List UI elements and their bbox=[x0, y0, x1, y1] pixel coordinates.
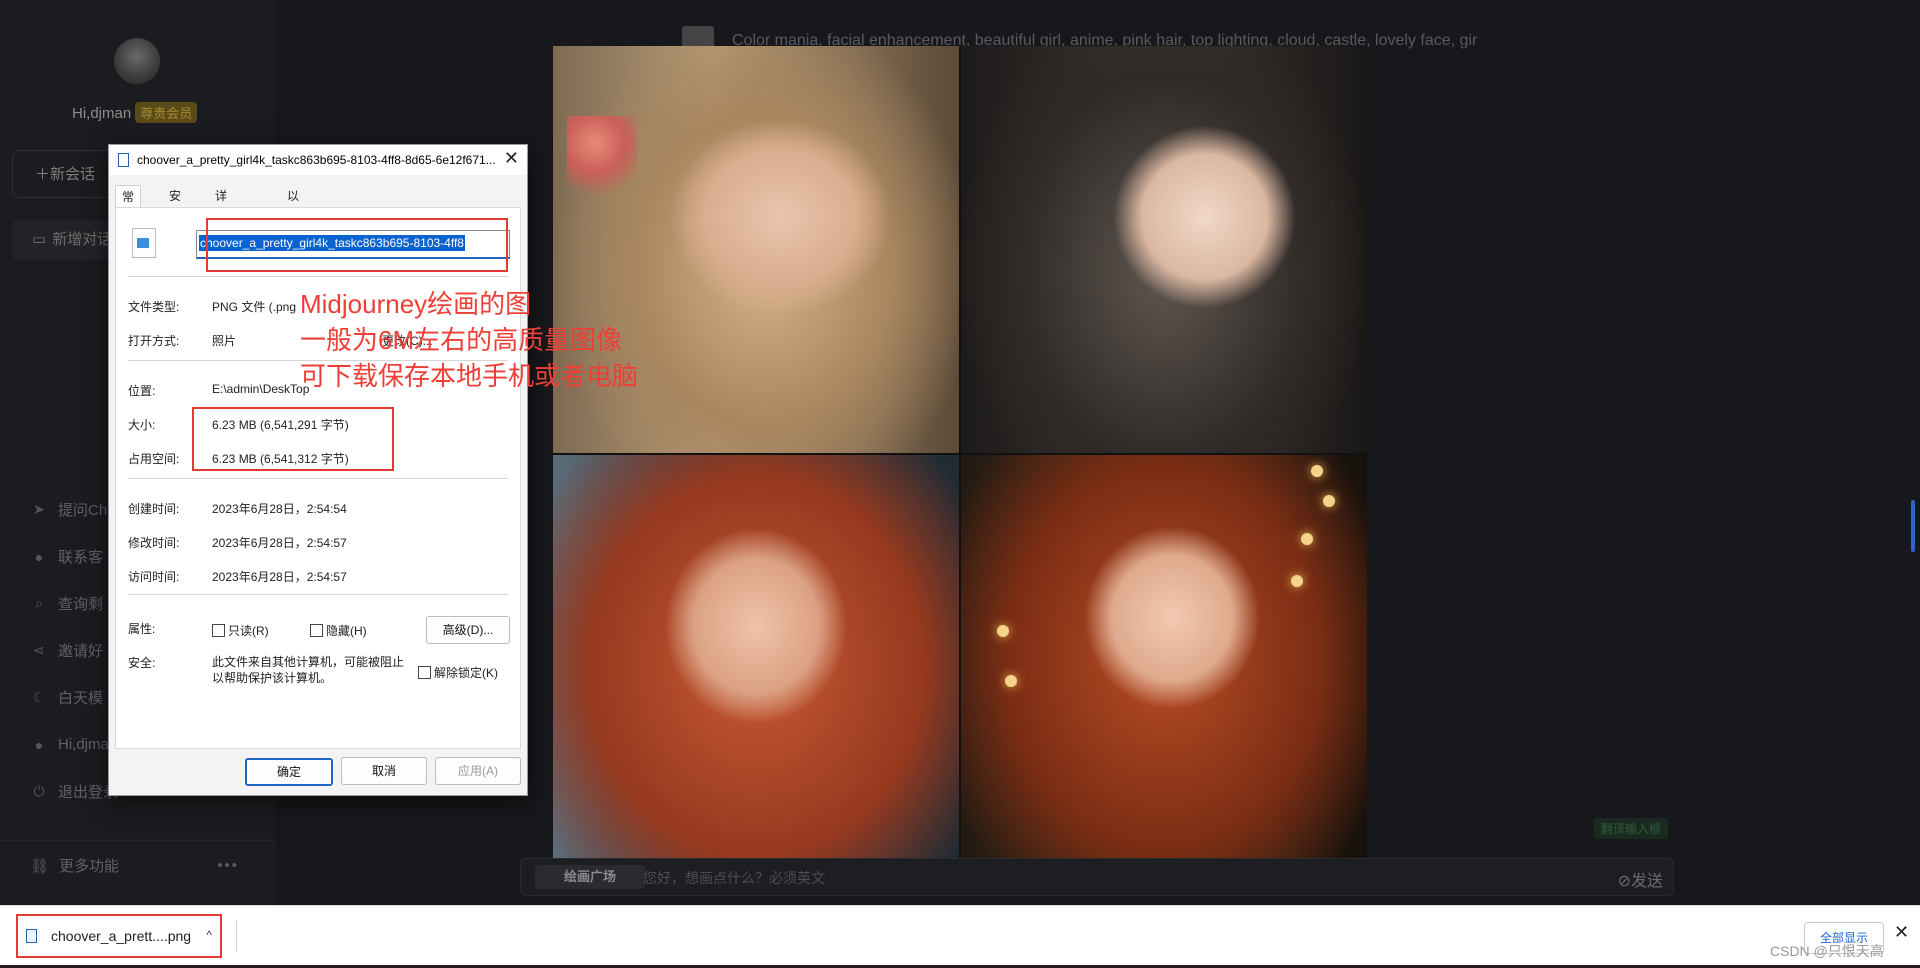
power-icon: ⏻ bbox=[33, 783, 45, 799]
user-icon: ● bbox=[34, 736, 44, 753]
location-value: E:\admin\DeskTop bbox=[212, 382, 310, 396]
bokeh-light bbox=[997, 625, 1009, 637]
ok-button[interactable]: 确定 bbox=[245, 758, 333, 786]
user-greeting: Hi,djman 尊贵会员 bbox=[72, 102, 198, 123]
security-label: 安全: bbox=[128, 656, 156, 670]
size-label: 大小: bbox=[128, 418, 156, 432]
file-icon bbox=[26, 929, 37, 943]
send-label: 发送 bbox=[1630, 873, 1663, 890]
annotation-line: 一般为6M左右的高质量图像 bbox=[300, 325, 623, 355]
annotation-line: 可下载保存本地手机或者电脑 bbox=[300, 361, 639, 391]
checkbox-box bbox=[418, 666, 431, 679]
divider bbox=[128, 594, 508, 595]
modified-label: 修改时间: bbox=[128, 536, 180, 550]
generated-image-grid[interactable] bbox=[553, 46, 1367, 862]
created-value: 2023年6月28日，2:54:54 bbox=[212, 502, 347, 516]
chat-input-bar: 绘画广场 您好，想画点什么？必须英文 ⊘发送 bbox=[520, 858, 1674, 896]
annotation-line: Midjourney绘画的图 bbox=[300, 289, 532, 319]
image-tile-2[interactable] bbox=[961, 46, 1367, 453]
sidebar-item-label: 提问Ch bbox=[58, 502, 108, 519]
share-icon: ⋖ bbox=[33, 642, 45, 658]
moon-icon: ☾ bbox=[32, 689, 46, 705]
accessed-label: 访问时间: bbox=[128, 570, 180, 584]
annotation-box-filename bbox=[206, 218, 508, 272]
divider bbox=[128, 276, 508, 277]
bokeh-light bbox=[1311, 465, 1323, 477]
unblock-label: 解除锁定(K) bbox=[434, 666, 498, 680]
sidebar-item-label: 邀请好 bbox=[58, 643, 104, 660]
tab-general[interactable]: 常规 bbox=[115, 185, 142, 226]
checkbox-box bbox=[212, 624, 225, 637]
dialog-titlebar[interactable]: choover_a_pretty_girl4k_taskc863b695-810… bbox=[109, 145, 527, 175]
sidebar-item-label: Hi,djma bbox=[58, 736, 109, 753]
accessed-value: 2023年6月28日，2:54:57 bbox=[212, 570, 347, 584]
readonly-label: 只读(R) bbox=[228, 624, 269, 638]
cancel-button[interactable]: 取消 bbox=[341, 757, 427, 785]
bokeh-light bbox=[1323, 495, 1335, 507]
more-features-item[interactable]: ⛓ 更多功能 ••• bbox=[0, 840, 275, 890]
location-label: 位置: bbox=[128, 384, 156, 398]
dialog-title: choover_a_pretty_girl4k_taskc863b695-810… bbox=[137, 153, 496, 167]
advanced-button[interactable]: 高级(D)... bbox=[426, 616, 510, 644]
checkbox-box bbox=[310, 624, 323, 637]
vip-badge: 尊贵会员 bbox=[135, 102, 198, 123]
bokeh-light bbox=[1291, 575, 1303, 587]
security-text: 此文件来自其他计算机，可能被阻止以帮助保护该计算机。 bbox=[212, 655, 405, 685]
image-file-icon bbox=[132, 228, 156, 258]
download-bar: choover_a_prett....png ^ 全部显示 ✕ bbox=[0, 905, 1920, 966]
file-icon bbox=[118, 153, 129, 167]
open-with-value: 照片 bbox=[212, 334, 237, 348]
wechat-icon: ● bbox=[34, 548, 44, 565]
translate-input-toggle[interactable]: 翻译输入框 bbox=[1594, 818, 1669, 839]
image-tile-3[interactable] bbox=[553, 455, 959, 862]
send-button[interactable]: ⊘发送 bbox=[1618, 867, 1663, 891]
link-icon: ⛓ bbox=[30, 857, 50, 875]
attributes-label: 属性: bbox=[128, 622, 156, 636]
more-dots-icon[interactable]: ••• bbox=[217, 857, 239, 874]
readonly-checkbox[interactable]: 只读(R) bbox=[212, 622, 269, 639]
flower-decor bbox=[567, 116, 637, 206]
watermark: CSDN @只恨天高 bbox=[1770, 943, 1884, 959]
chat-icon: ▭ bbox=[32, 231, 47, 248]
modified-value: 2023年6月28日，2:54:57 bbox=[212, 536, 347, 550]
download-item[interactable]: choover_a_prett....png ^ bbox=[16, 914, 222, 958]
divider bbox=[236, 920, 237, 952]
bokeh-light bbox=[1301, 533, 1313, 545]
search-icon: ⌕ bbox=[35, 595, 43, 611]
add-conversation-label: 新增对话 bbox=[52, 231, 113, 248]
greeting-text: Hi,djman bbox=[72, 105, 132, 122]
hidden-label: 隐藏(H) bbox=[326, 624, 367, 638]
unblock-checkbox[interactable]: 解除锁定(K) bbox=[418, 664, 498, 681]
open-with-label: 打开方式: bbox=[128, 334, 180, 348]
file-type-value: PNG 文件 (.png bbox=[212, 300, 297, 314]
send-icon: ⊘ bbox=[1617, 873, 1631, 890]
file-type-label: 文件类型: bbox=[128, 300, 180, 314]
hidden-checkbox[interactable]: 隐藏(H) bbox=[310, 622, 367, 639]
tab-previous-versions[interactable]: 以前的版本 bbox=[281, 185, 305, 291]
user-avatar[interactable] bbox=[114, 38, 160, 84]
close-icon[interactable]: ✕ bbox=[504, 148, 519, 169]
annotation-note: Midjourney绘画的图 一般为6M左右的高质量图像 可下载保存本地手机或者… bbox=[300, 286, 638, 394]
download-filename: choover_a_prett....png bbox=[51, 928, 192, 944]
more-features-label: 更多功能 bbox=[59, 858, 120, 875]
tab-details[interactable]: 详细信息 bbox=[209, 185, 233, 269]
created-label: 创建时间: bbox=[128, 502, 180, 516]
send-icon: ➤ bbox=[33, 501, 45, 517]
divider bbox=[128, 478, 508, 479]
sidebar-item-label: 白天模 bbox=[58, 690, 104, 707]
close-icon[interactable]: ✕ bbox=[1894, 922, 1909, 943]
annotation-box-size bbox=[192, 407, 394, 471]
chat-input[interactable]: 您好，想画点什么？必须英文 bbox=[643, 868, 825, 888]
sidebar-item-label: 联系客 bbox=[58, 549, 104, 566]
chevron-up-icon[interactable]: ^ bbox=[206, 928, 212, 942]
tab-security[interactable]: 安全 bbox=[163, 185, 187, 225]
sidebar-item-label: 查询剩 bbox=[58, 596, 104, 613]
bokeh-light bbox=[1005, 675, 1017, 687]
apply-button[interactable]: 应用(A) bbox=[435, 757, 521, 785]
drawing-square-tab[interactable]: 绘画广场 bbox=[535, 865, 645, 889]
scrollbar-thumb[interactable] bbox=[1911, 500, 1915, 552]
disk-size-label: 占用空间: bbox=[128, 452, 180, 466]
image-tile-4[interactable] bbox=[961, 455, 1367, 862]
